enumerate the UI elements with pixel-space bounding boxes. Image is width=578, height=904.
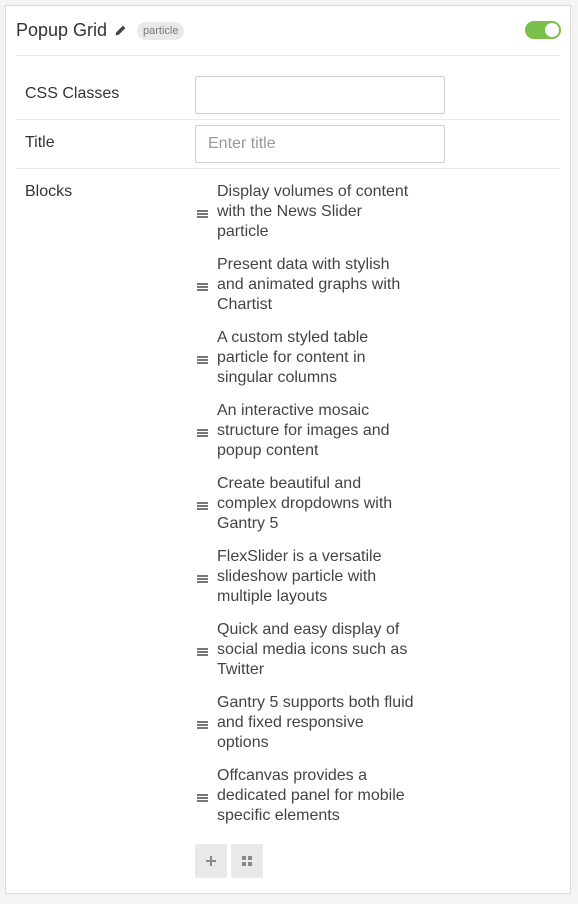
panel-title: Popup Grid [16,20,108,40]
add-block-button[interactable] [195,844,227,878]
block-item[interactable]: Create beautiful and complex dropdowns w… [195,474,425,547]
css-classes-input[interactable] [195,76,445,114]
blocks-list: Display volumes of content with the News… [195,182,425,839]
block-text: A custom styled table particle for conte… [217,329,369,386]
drag-handle-icon[interactable] [197,283,208,292]
block-item[interactable]: Gantry 5 supports both fluid and fixed r… [195,693,425,766]
pencil-icon[interactable] [114,24,127,37]
block-item[interactable]: An interactive mosaic structure for imag… [195,401,425,474]
drag-handle-icon[interactable] [197,721,208,730]
drag-handle-icon[interactable] [197,356,208,365]
block-text: Quick and easy display of social media i… [217,621,408,678]
block-text: Display volumes of content with the News… [217,183,409,240]
grid-view-button[interactable] [231,844,263,878]
block-item[interactable]: Offcanvas provides a dedicated panel for… [195,766,425,839]
block-item[interactable]: Quick and easy display of social media i… [195,620,425,693]
block-text: Create beautiful and complex dropdowns w… [217,475,393,532]
block-text: Gantry 5 supports both fluid and fixed r… [217,694,414,751]
block-item[interactable]: Present data with stylish and animated g… [195,255,425,328]
css-classes-label: CSS Classes [25,85,120,102]
block-item[interactable]: Display volumes of content with the News… [195,182,425,255]
block-item[interactable]: FlexSlider is a versatile slideshow part… [195,547,425,620]
divider [16,119,560,120]
block-text: An interactive mosaic structure for imag… [217,402,390,459]
title-label: Title [25,134,55,151]
drag-handle-icon[interactable] [197,648,208,657]
divider [16,55,560,56]
blocks-label: Blocks [25,183,73,200]
block-item[interactable]: A custom styled table particle for conte… [195,328,425,401]
block-text: Present data with stylish and animated g… [217,256,401,313]
panel-header: Popup Grid particle [6,6,570,55]
divider [16,168,560,169]
enabled-toggle[interactable] [525,21,561,39]
toggle-knob [545,23,559,37]
drag-handle-icon[interactable] [197,210,208,219]
title-input[interactable] [195,125,445,163]
drag-handle-icon[interactable] [197,794,208,803]
drag-handle-icon[interactable] [197,575,208,584]
drag-handle-icon[interactable] [197,429,208,438]
block-text: Offcanvas provides a dedicated panel for… [217,767,405,824]
type-badge: particle [137,22,185,40]
particle-panel: Popup Grid particle CSS Classes Title Bl… [5,5,571,894]
drag-handle-icon[interactable] [197,502,208,511]
grid-icon [242,856,252,866]
block-text: FlexSlider is a versatile slideshow part… [217,548,382,605]
plus-icon [206,856,216,866]
